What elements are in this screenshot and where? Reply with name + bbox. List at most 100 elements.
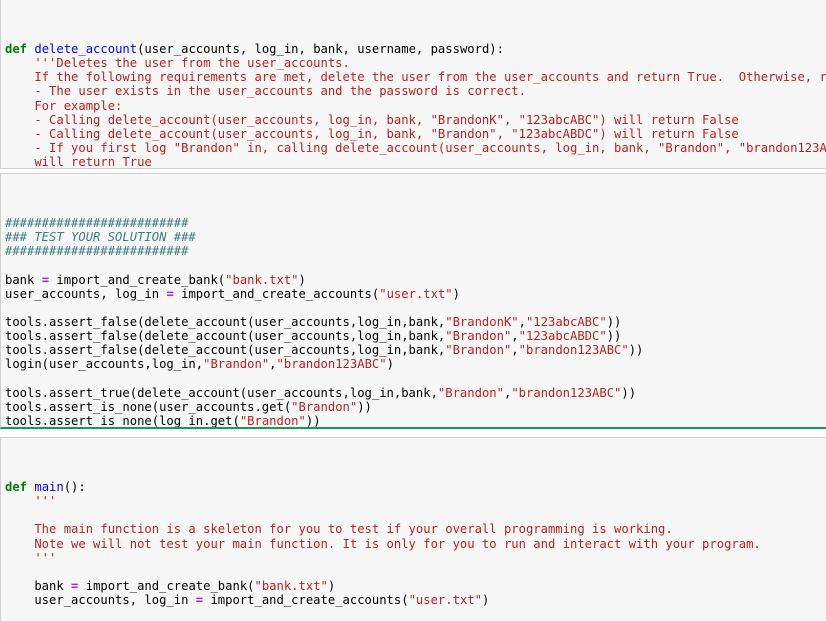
code-line: user_accounts, log_in = import_and_creat…: [5, 287, 826, 301]
code-line: #########################: [5, 244, 826, 258]
code-line: tools.assert_false(delete_account(user_a…: [5, 329, 826, 343]
code-token: "Brandon": [225, 428, 291, 429]
code-token: ): [452, 286, 460, 301]
code-token: If the following requirements are met, d…: [5, 70, 826, 85]
code-line: tools.assert_true(delete_account(user_ac…: [5, 386, 826, 400]
code-token: ''': [5, 494, 57, 509]
code-token: ): [481, 593, 490, 608]
code-token: tools.assert_false(delete_account(user_a…: [5, 329, 446, 344]
cell-2-editor[interactable]: ######################### ### TEST YOUR S…: [1, 174, 826, 429]
code-token: "bank.txt": [254, 578, 328, 593]
code-token: import_and_create_bank(: [49, 272, 226, 287]
code-line: bank = import_and_create_bank("bank.txt"…: [5, 579, 826, 593]
code-line: bank = import_and_create_bank("bank.txt"…: [5, 273, 826, 287]
code-token: ():: [63, 480, 86, 494]
cell-2-code[interactable]: ######################### ### TEST YOUR S…: [5, 216, 826, 429]
code-token: - Calling delete_account(user_accounts, …: [5, 126, 739, 141]
cell-1-editor[interactable]: def delete_account(user_accounts, log_in…: [1, 0, 826, 169]
code-line: tools.assert_is_none(bank.get("Brandon")…: [5, 428, 826, 429]
code-token: "user.txt": [408, 593, 482, 608]
code-token: "Brandon": [291, 399, 358, 414]
code-token: - Calling delete_account(user_accounts, …: [5, 112, 739, 127]
code-line: def delete_account(user_accounts, log_in…: [5, 42, 826, 56]
code-token: import_and_create_accounts(: [173, 286, 380, 301]
code-line: - Calling delete_account(user_accounts, …: [5, 127, 826, 141]
cell-3-code[interactable]: def main(): ''' The main function is a s…: [5, 480, 826, 621]
code-token: Note we will not test your main function…: [5, 536, 761, 551]
code-line: - If you first log "Brandon" in, calling…: [5, 141, 826, 155]
code-line: - The user exists in the user_accounts a…: [5, 84, 826, 98]
code-token: tools.assert_true(delete_account(user_ac…: [5, 385, 438, 400]
code-token: )): [628, 343, 644, 358]
code-token: "bank.txt": [225, 272, 299, 287]
code-token: #########################: [5, 244, 189, 259]
code-token: "Brandon": [239, 413, 306, 428]
code-token: )): [305, 413, 321, 428]
cell-3-editor[interactable]: def main(): ''' The main function is a s…: [1, 438, 826, 621]
code-token: )): [357, 399, 372, 414]
code-token: bank: [5, 272, 42, 287]
code-line: tools.assert_is_none(user_accounts.get("…: [5, 400, 826, 414]
code-line: ''': [5, 551, 826, 565]
code-token: "Brandon": [203, 357, 270, 372]
code-token: login(user_accounts,log_in,: [5, 357, 204, 372]
code-token: ''': [5, 550, 57, 565]
code-line: '''Deletes the user from the user_accoun…: [5, 56, 826, 70]
notebook-cell-2[interactable]: ######################### ### TEST YOUR S…: [0, 173, 826, 429]
code-token: will return True: [5, 155, 152, 169]
code-line: tools.assert_false(delete_account(user_a…: [5, 343, 826, 357]
code-token: For example:: [5, 98, 123, 113]
code-token: user_accounts, log_in: [5, 286, 167, 301]
code-token: "123abcABC": [525, 314, 607, 329]
code-token: ### TEST YOUR SOLUTION ###: [5, 230, 196, 245]
code-line: - Calling delete_account(user_accounts, …: [5, 113, 826, 127]
code-token: )): [606, 314, 622, 329]
code-token: def: [5, 480, 35, 494]
notebook-cell-3[interactable]: def main(): ''' The main function is a s…: [0, 437, 826, 621]
code-token: "Brandon": [445, 329, 512, 344]
cell-1-code[interactable]: def delete_account(user_accounts, log_in…: [5, 42, 826, 169]
code-token: ,: [511, 343, 519, 358]
code-line: tools.assert_false(delete_account(user_a…: [5, 315, 826, 329]
code-line: ### TEST YOUR SOLUTION ###: [5, 230, 826, 244]
notebook-container: def delete_account(user_accounts, log_in…: [0, 0, 826, 621]
code-token: =: [41, 272, 50, 287]
code-token: tools.assert_is_none(user_accounts.get(: [5, 399, 292, 414]
code-token: import_and_create_accounts(: [203, 593, 409, 608]
code-token: )): [606, 329, 622, 344]
code-token: main: [34, 480, 64, 494]
code-token: bank: [5, 578, 72, 593]
code-token: ,: [269, 357, 277, 372]
code-token: "brandon123ABC": [511, 385, 622, 400]
code-line: The main function is a skeleton for you …: [5, 522, 826, 536]
code-token: "brandon123ABC": [518, 343, 629, 358]
code-token: ): [298, 272, 306, 287]
code-line: ''': [5, 494, 826, 508]
code-token: tools.assert_false(delete_account(user_a…: [5, 343, 446, 358]
code-line: If the following requirements are met, d…: [5, 70, 826, 84]
code-token: =: [166, 286, 174, 301]
code-line: def main():: [5, 480, 826, 494]
code-line: tools.assert_is_none(log_in.get("Brandon…: [5, 413, 826, 428]
code-token: - If you first log "Brandon" in, calling…: [5, 140, 826, 155]
code-token: ): [327, 578, 336, 593]
code-token: "brandon123ABC": [276, 357, 387, 372]
code-line: Note we will not test your main function…: [5, 537, 826, 551]
code-token: - The user exists in the user_accounts a…: [5, 84, 526, 99]
code-token: "BrandonK": [445, 314, 519, 329]
code-token: '''Deletes the user from the user_accoun…: [5, 56, 350, 71]
code-token: tools.assert_false(delete_account(user_a…: [5, 314, 446, 329]
code-line: user_accounts, log_in = import_and_creat…: [5, 593, 826, 607]
code-line: login(user_accounts,log_in,"Brandon","br…: [5, 357, 826, 371]
code-token: #########################: [5, 216, 189, 230]
notebook-cell-1[interactable]: def delete_account(user_accounts, log_in…: [0, 0, 826, 169]
code-token: "Brandon": [445, 343, 512, 358]
code-token: "user.txt": [379, 286, 453, 301]
code-token: The main function is a skeleton for you …: [5, 522, 673, 537]
code-token: ,: [511, 329, 519, 344]
